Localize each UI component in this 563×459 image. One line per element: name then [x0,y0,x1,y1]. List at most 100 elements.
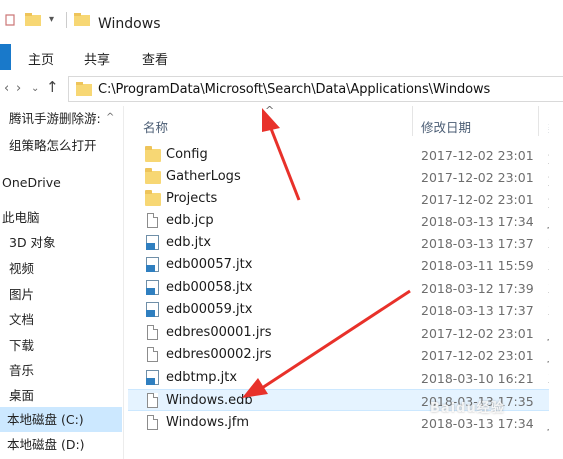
nav-item-label: 音乐 [9,363,35,378]
customize-toolbar-dropdown-icon[interactable]: ▾ [49,14,54,25]
tab-home[interactable]: 主页 [28,49,54,68]
document-icon [145,415,161,431]
jtx-file-icon [145,280,161,296]
file-date: 2017-12-02 23:01 [421,348,534,363]
quick-access-icon[interactable] [4,13,16,31]
file-row[interactable]: GatherLogs 2017-12-02 23:01 文 [128,166,563,188]
file-name: edb00057.jtx [166,257,253,272]
file-name: Windows.edb [166,393,253,408]
file-date: 2018-03-12 17:39 [421,281,534,296]
file-row[interactable]: edbres00001.jrs 2017-12-02 23:01 J [128,322,563,344]
address-row: ‹ › ⌄ ↑ C:\ProgramData\Microsoft\Search\… [0,73,563,105]
nav-item-documents[interactable]: 文档 [0,307,122,332]
nav-item-local-disk-c[interactable]: 本地磁盘 (C:) [0,407,122,432]
title-bar: ▾ Windows [0,0,563,40]
file-name: edb00059.jtx [166,302,253,317]
file-date: 2018-03-10 16:21 [421,371,534,386]
file-name: edbres00002.jrs [166,347,272,362]
address-bar[interactable]: C:\ProgramData\Microsoft\Search\Data\App… [68,76,563,102]
nav-item-music[interactable]: 音乐 [0,358,122,383]
file-date: 2017-12-02 23:01 [421,326,534,341]
jtx-file-icon [145,235,161,251]
folder-icon [76,82,92,96]
nav-item-pictures[interactable]: 图片 [0,282,122,307]
file-date: 2018-03-13 17:37 [421,303,534,318]
watermark-text: Baidu经验 [430,401,505,416]
tab-share[interactable]: 共享 [84,49,110,68]
file-row[interactable]: Projects 2017-12-02 23:01 文 [128,188,563,210]
file-row[interactable]: Config 2017-12-02 23:01 文 [128,144,563,166]
file-row[interactable]: edb00059.jtx 2018-03-13 17:37 X [128,299,563,321]
file-name: Windows.jfm [166,415,250,430]
file-date: 2018-03-13 17:37 [421,236,534,251]
file-date: 2017-12-02 23:01 [421,192,534,207]
forward-icon[interactable]: › [16,81,21,96]
file-date: 2018-03-11 15:59 [421,258,534,273]
column-divider[interactable] [538,106,539,136]
file-name: edbtmp.jtx [166,370,238,385]
ribbon-tabs: 主页 共享 查看 [0,40,563,74]
folder-icon [145,146,161,163]
address-path[interactable]: C:\ProgramData\Microsoft\Search\Data\App… [98,82,490,97]
nav-item-onedrive[interactable]: OneDrive [0,170,122,195]
file-date: 2018-03-13 17:34 [421,214,534,229]
jtx-file-icon [145,370,161,386]
back-icon[interactable]: ‹ [4,81,9,96]
nav-item-quick-access-2[interactable]: 组策略怎么打开 [0,133,122,158]
document-icon [145,393,161,409]
nav-item-label: 腾讯手游删除游: [9,111,101,126]
file-row[interactable]: edb00058.jtx 2018-03-12 17:39 X [128,277,563,299]
nav-item-label: 组策略怎么打开 [9,138,97,153]
file-name: Config [166,147,208,162]
document-icon [145,213,161,229]
nav-item-label: 图片 [9,287,35,302]
nav-item-label: 文档 [9,312,35,327]
nav-item-quick-access-1[interactable]: 腾讯手游删除游: [0,106,122,131]
window-title: Windows [98,16,161,32]
file-name: Projects [166,191,218,206]
tab-view[interactable]: 查看 [142,49,168,68]
nav-item-label: 下载 [9,338,35,353]
file-date: 2018-03-13 17:34 [421,416,534,431]
folder-icon [74,12,90,30]
nav-item-label: 本地磁盘 (D:) [7,437,85,452]
title-divider [66,12,67,28]
jtx-file-icon [145,302,161,318]
right-edge-strip [549,106,563,459]
folder-icon [145,168,161,185]
nav-item-label: 视频 [9,261,35,276]
nav-item-local-disk-d[interactable]: 本地磁盘 (D:) [0,432,122,457]
nav-scroll-up-icon[interactable]: ^ [106,112,114,123]
nav-item-label: 本地磁盘 (C:) [7,412,84,427]
column-header-date[interactable]: 修改日期 [421,117,471,136]
up-arrow-icon[interactable]: ↑ [46,78,59,96]
document-icon [145,347,161,363]
file-row[interactable]: edb00057.jtx 2018-03-11 15:59 X [128,254,563,276]
nav-item-downloads[interactable]: 下载 [0,333,122,358]
nav-item-label: 此电脑 [2,210,40,225]
nav-item-3d-objects[interactable]: 3D 对象 [0,230,122,255]
file-row[interactable]: edbtmp.jtx 2018-03-10 16:21 X [128,367,563,389]
jtx-file-icon [145,257,161,273]
folder-icon [145,190,161,207]
nav-item-label: 桌面 [9,388,35,403]
file-date: 2017-12-02 23:01 [421,170,534,185]
file-date: 2017-12-02 23:01 [421,148,534,163]
nav-item-label: 3D 对象 [9,235,56,250]
file-name: edb00058.jtx [166,280,253,295]
navigation-pane: 腾讯手游删除游: 组策略怎么打开 OneDrive 此电脑 3D 对象 视频 图… [0,106,124,459]
file-tab[interactable] [0,44,11,70]
nav-item-this-pc[interactable]: 此电脑 [0,205,122,230]
file-name: edbres00001.jrs [166,325,272,340]
file-name: edb.jtx [166,235,212,250]
folder-icon[interactable] [25,12,41,30]
file-name: GatherLogs [166,169,241,184]
recent-locations-icon[interactable]: ⌄ [31,83,39,94]
file-row[interactable]: edb.jcp 2018-03-13 17:34 J [128,210,563,232]
file-row[interactable]: edbres00002.jrs 2017-12-02 23:01 J [128,344,563,366]
column-divider[interactable] [412,106,413,136]
nav-item-desktop[interactable]: 桌面 [0,383,122,408]
nav-item-videos[interactable]: 视频 [0,256,122,281]
column-header-name[interactable]: 名称 [143,117,168,136]
file-row[interactable]: edb.jtx 2018-03-13 17:37 X [128,232,563,254]
